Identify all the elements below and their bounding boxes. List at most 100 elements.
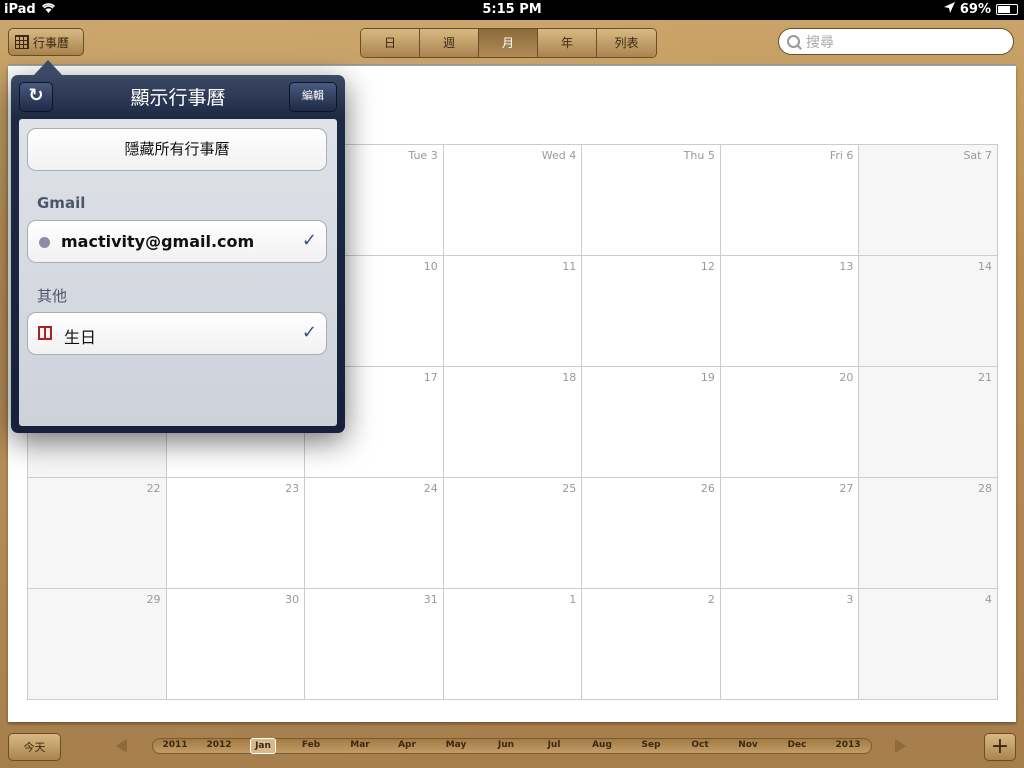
day-cell[interactable]: 21 [859,367,998,478]
day-cell[interactable]: 3 [720,589,860,700]
calendar-name: mactivity@gmail.com [61,232,255,251]
day-number: Thu 5 [683,149,715,162]
refresh-icon: ↻ [28,85,44,106]
day-cell[interactable]: 23 [166,478,306,589]
status-right: 69% [943,2,1018,17]
today-button[interactable]: 今天 [8,733,61,761]
segment-list[interactable]: 列表 [597,29,656,57]
status-bar: iPad 5:15 PM 69% [0,0,1024,20]
view-segmented-control[interactable]: 日 週 月 年 列表 [360,28,657,58]
day-number: 31 [423,593,438,606]
calendar-color-dot-icon [39,237,50,248]
day-number: 28 [977,482,992,495]
day-number: 26 [700,482,715,495]
timeline-item[interactable]: Feb [291,740,331,750]
day-cell[interactable]: 31 [305,589,444,700]
day-cell[interactable]: 12 [582,256,721,367]
day-number: 11 [562,260,577,273]
timeline-item[interactable]: Dec [777,740,817,750]
day-number: 4 [984,593,992,606]
search-input[interactable]: 搜尋 [778,28,1014,55]
checkmark-icon: ✓ [301,322,317,343]
day-number: 1 [569,593,577,606]
popover-body: 隱藏所有行事曆 Gmail mactivity@gmail.com ✓ 其他 生… [19,119,337,426]
day-number: 23 [285,482,300,495]
day-cell[interactable]: 30 [166,589,306,700]
day-number: Fri 6 [829,149,854,162]
next-arrow-icon[interactable] [895,739,906,753]
calendars-button-label: 行事曆 [33,35,70,50]
day-number: Wed 4 [541,149,577,162]
day-number: 12 [700,260,715,273]
day-cell[interactable]: 20 [720,367,860,478]
hide-all-calendars-button[interactable]: 隱藏所有行事曆 [27,128,327,171]
segment-week[interactable]: 週 [420,29,479,57]
day-cell[interactable]: 29 [28,589,167,700]
day-cell[interactable]: Fri 6 [720,145,860,256]
timeline-item[interactable]: Sep [631,740,671,750]
gift-icon [38,326,52,340]
day-cell[interactable]: Wed 4 [443,145,583,256]
day-cell[interactable]: 25 [443,478,583,589]
timeline-item[interactable]: 2012 [199,740,239,750]
day-number: 21 [977,371,992,384]
day-number: 13 [839,260,854,273]
checkmark-icon: ✓ [301,230,317,251]
calendars-popover: 顯示行事曆 ↻ 編輯 隱藏所有行事曆 Gmail mactivity@gmail… [11,75,345,433]
status-time: 5:15 PM [482,2,542,17]
refresh-button[interactable]: ↻ [19,82,53,112]
add-event-button[interactable]: + [984,733,1016,761]
timeline-item[interactable]: May [436,740,476,750]
day-number: 18 [562,371,577,384]
day-number: 19 [700,371,715,384]
calendar-row-birthdays[interactable]: 生日 ✓ [27,312,327,355]
timeline-item[interactable]: 2011 [155,740,195,750]
day-cell[interactable]: 26 [582,478,721,589]
calendar-name: 生日 [64,328,97,347]
day-cell[interactable]: 22 [28,478,167,589]
day-number: Tue 3 [408,149,438,162]
day-cell[interactable]: 1 [443,589,583,700]
day-cell[interactable]: 2 [582,589,721,700]
section-header-other: 其他 [37,287,68,305]
timeline-item[interactable]: Jun [486,740,526,750]
day-cell[interactable]: 18 [443,367,583,478]
day-cell[interactable]: 19 [582,367,721,478]
day-cell[interactable]: 27 [720,478,860,589]
timeline-item[interactable]: Oct [680,740,720,750]
popover-arrow [34,60,62,75]
day-number: 14 [977,260,992,273]
day-cell[interactable]: 24 [305,478,444,589]
segment-month[interactable]: 月 [479,29,538,57]
day-number: 17 [423,371,438,384]
calendars-button[interactable]: 行事曆 [8,28,84,56]
timeline-item[interactable]: Nov [728,740,768,750]
day-cell[interactable]: 11 [443,256,583,367]
day-cell[interactable]: 14 [859,256,998,367]
timeline-item[interactable]: Mar [340,740,380,750]
timeline-item[interactable]: Aug [582,740,622,750]
day-cell[interactable]: 13 [720,256,860,367]
day-cell[interactable]: Sat 7 [859,145,998,256]
day-number: 2 [707,593,715,606]
day-number: 3 [846,593,854,606]
search-placeholder: 搜尋 [806,34,834,51]
search-icon [787,35,800,48]
timeline-item[interactable]: 2013 [828,740,868,750]
segment-year[interactable]: 年 [538,29,597,57]
day-number: 25 [562,482,577,495]
previous-arrow-icon[interactable] [116,739,127,753]
timeline-item[interactable]: Jan [250,738,276,754]
timeline-item[interactable]: Apr [387,740,427,750]
day-number: 10 [423,260,438,273]
section-header-gmail: Gmail [37,194,86,212]
day-cell[interactable]: 28 [859,478,998,589]
battery-percent: 69% [959,2,991,17]
timeline-item[interactable]: Jul [534,740,574,750]
edit-button[interactable]: 編輯 [289,82,337,112]
day-cell[interactable]: 4 [859,589,998,700]
calendar-row-gmail[interactable]: mactivity@gmail.com ✓ [27,220,327,263]
location-arrow-icon [943,2,955,17]
day-cell[interactable]: Thu 5 [582,145,721,256]
segment-day[interactable]: 日 [361,29,420,57]
